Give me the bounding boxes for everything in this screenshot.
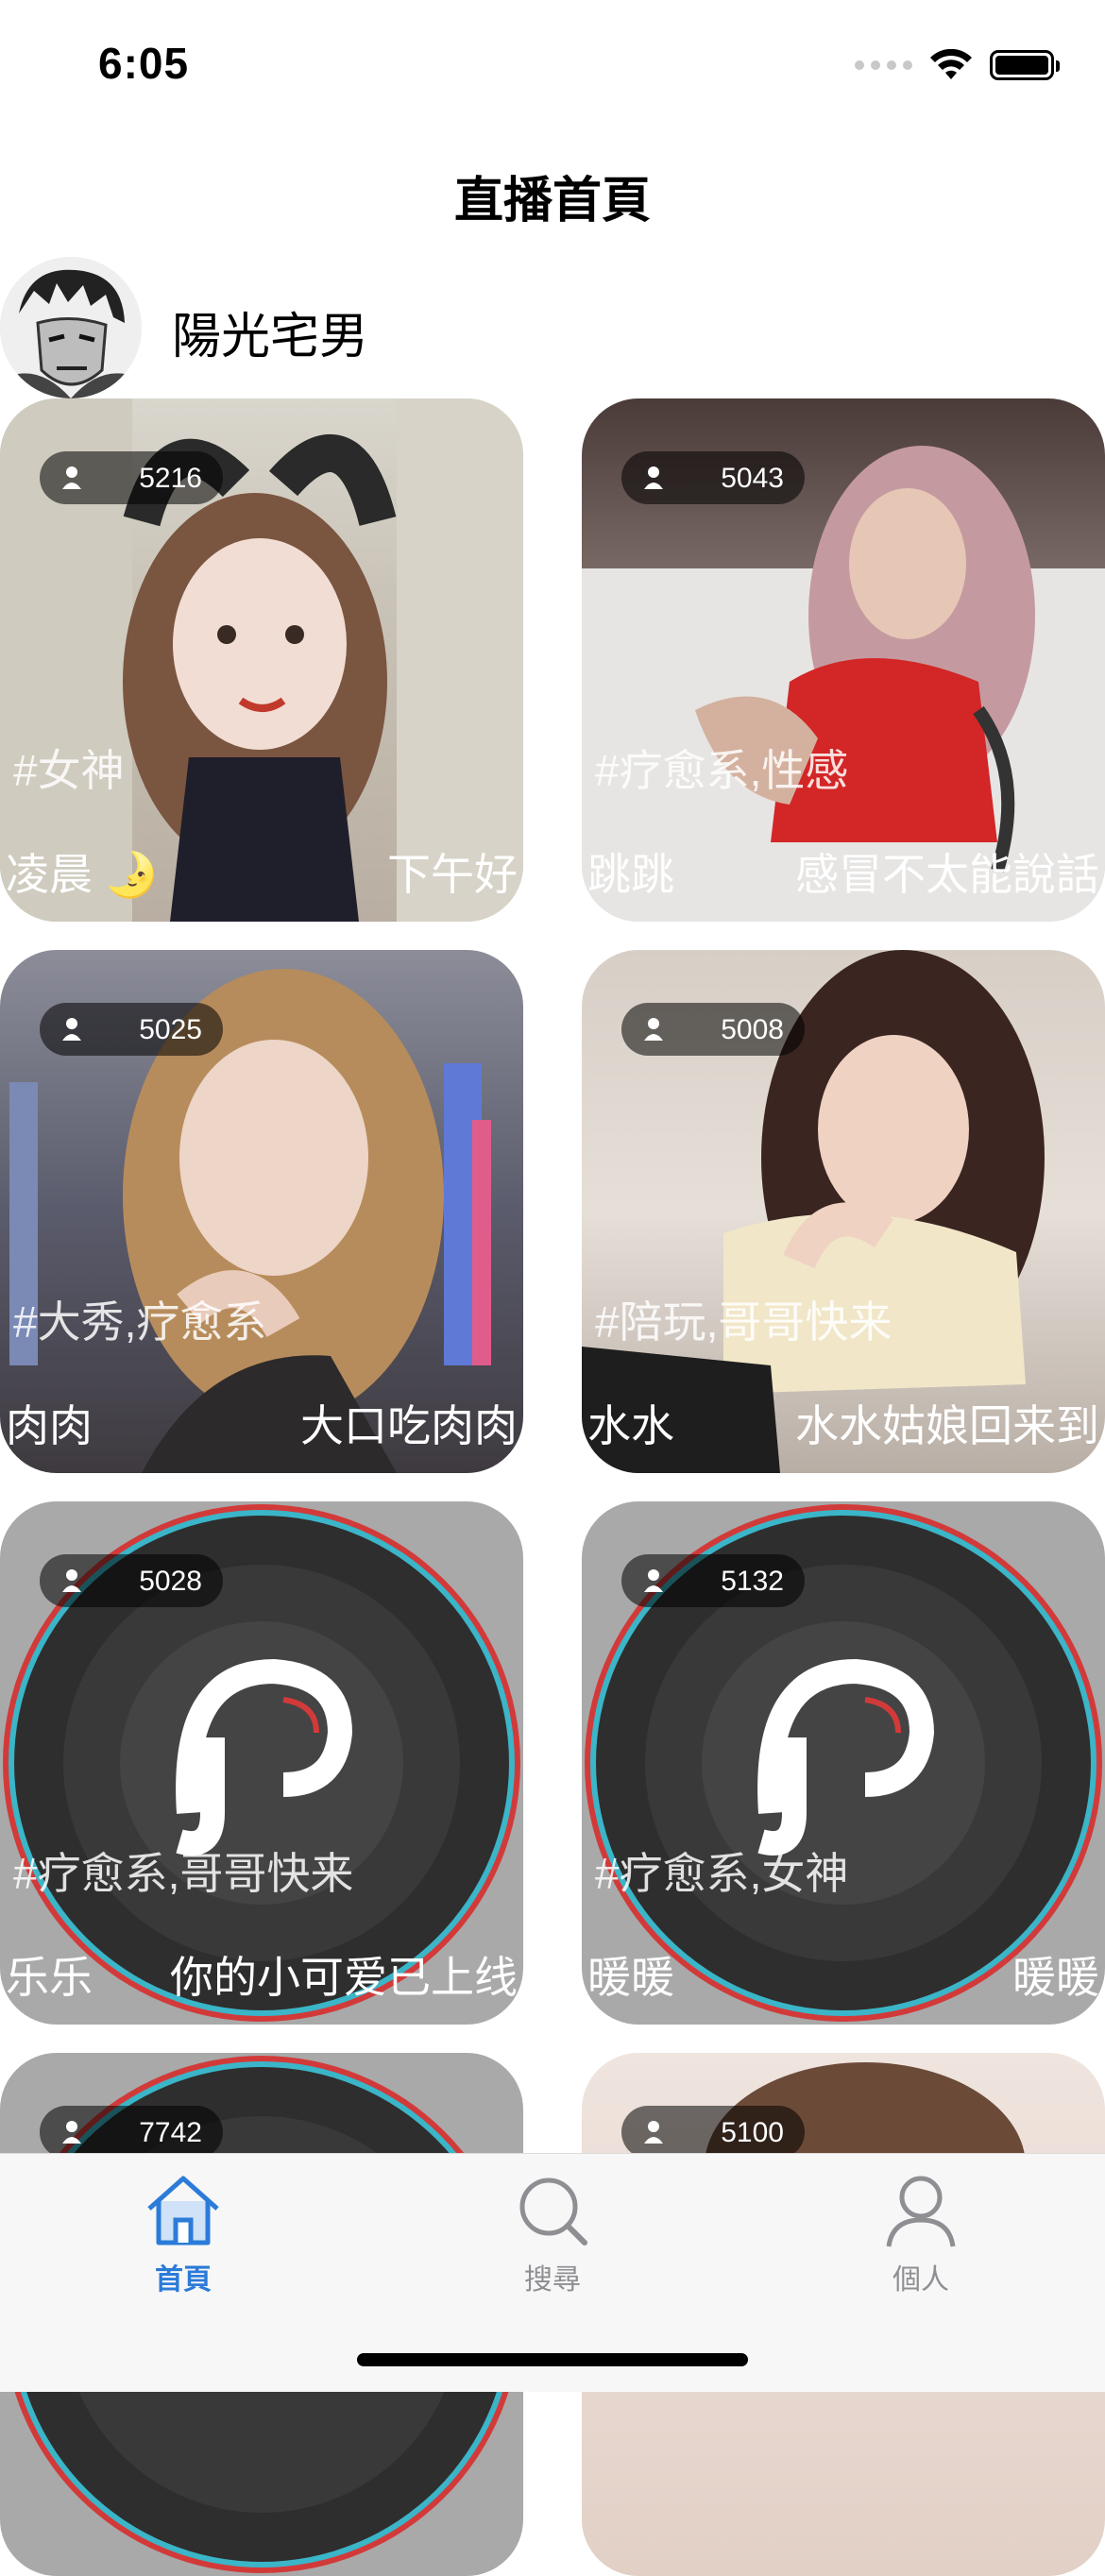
card-nickname: 凌晨 🌛 (6, 850, 160, 899)
card-status: 感冒不太能說話 (795, 850, 1099, 899)
card-status: 下午好 (387, 850, 518, 899)
person-icon (644, 1018, 663, 1041)
home-indicator (357, 2353, 748, 2366)
viewer-count-badge: 5008 (621, 1003, 805, 1056)
live-card[interactable]: 5043 #疗愈系,性感 跳跳 感冒不太能說話 (582, 398, 1105, 922)
tab-home[interactable]: 首頁 (89, 2173, 278, 2297)
person-icon (62, 1018, 81, 1041)
person-icon (62, 1569, 81, 1592)
status-bar: 6:05 (0, 0, 1105, 132)
viewer-count: 5025 (139, 1014, 202, 1045)
viewer-count: 5008 (721, 1014, 784, 1045)
battery-icon (990, 50, 1060, 80)
card-status: 你的小可爱已上线 (170, 1953, 518, 2002)
person-icon (644, 1569, 663, 1592)
card-nickname: 肉肉 (6, 1401, 93, 1450)
search-icon (519, 2178, 587, 2246)
card-tags: #女神 (13, 746, 125, 795)
live-card[interactable]: 5028 #疗愈系,哥哥快来 乐乐 你的小可爱已上线 (0, 1501, 523, 2025)
card-status: 大口吃肉肉 (300, 1401, 518, 1450)
person-icon (644, 466, 663, 489)
card-status: 水水姑娘回来到 (795, 1401, 1099, 1450)
card-tags: #陪玩,哥哥快来 (595, 1297, 892, 1347)
card-status: 暖暖 (1012, 1953, 1099, 2002)
tab-profile[interactable]: 個人 (826, 2173, 1015, 2297)
viewer-count-badge: 5028 (40, 1554, 223, 1607)
viewer-count-badge: 5100 (621, 2106, 805, 2159)
live-card[interactable]: 5025 #大秀,疗愈系 肉肉 大口吃肉肉 (0, 950, 523, 1473)
person-icon (62, 466, 81, 489)
user-row[interactable]: 陽光宅男 (0, 257, 1105, 398)
tab-profile-label: 個人 (892, 2264, 949, 2296)
card-tags: #疗愈系,哥哥快来 (13, 1849, 354, 1898)
person-icon (62, 2121, 81, 2144)
card-tags: #疗愈系,女神 (595, 1849, 849, 1898)
tab-home-label: 首頁 (155, 2264, 212, 2296)
tab-search-label: 搜尋 (524, 2264, 581, 2296)
card-tags: #疗愈系,性感 (595, 746, 849, 795)
viewer-count: 5100 (721, 2117, 784, 2148)
person-icon (644, 2121, 663, 2144)
live-card[interactable]: 5008 #陪玩,哥哥快来 水水 水水姑娘回来到 (582, 950, 1105, 1473)
person-icon (886, 2176, 956, 2247)
viewer-count: 5028 (139, 1566, 202, 1597)
status-time: 6:05 (98, 39, 190, 88)
viewer-count: 7742 (139, 2117, 202, 2148)
viewer-count-badge: 5025 (40, 1003, 223, 1056)
viewer-count: 5216 (139, 463, 202, 494)
card-nickname: 乐乐 (6, 1953, 93, 2002)
wifi-icon (930, 49, 972, 79)
home-icon (147, 2176, 219, 2246)
tab-search[interactable]: 搜尋 (458, 2173, 647, 2297)
cellular-signal-icon (855, 60, 912, 70)
card-tags: #大秀,疗愈系 (13, 1297, 267, 1347)
user-name: 陽光宅男 (172, 310, 369, 364)
viewer-count-badge: 7742 (40, 2106, 223, 2159)
viewer-count: 5132 (721, 1566, 784, 1597)
card-nickname: 水水 (587, 1401, 674, 1450)
viewer-count-badge: 5216 (40, 451, 223, 504)
status-icons (855, 49, 1060, 81)
live-card[interactable]: 5216 #女神 凌晨 🌛 下午好 (0, 398, 523, 922)
page-title: 直播首頁 (453, 174, 651, 229)
card-nickname: 跳跳 (587, 850, 674, 899)
avatar[interactable] (0, 257, 142, 398)
viewer-count: 5043 (721, 463, 784, 494)
live-card[interactable]: 5132 #疗愈系,女神 暖暖 暖暖 (582, 1501, 1105, 2025)
viewer-count-badge: 5043 (621, 451, 805, 504)
card-nickname: 暖暖 (587, 1953, 674, 2002)
viewer-count-badge: 5132 (621, 1554, 805, 1607)
